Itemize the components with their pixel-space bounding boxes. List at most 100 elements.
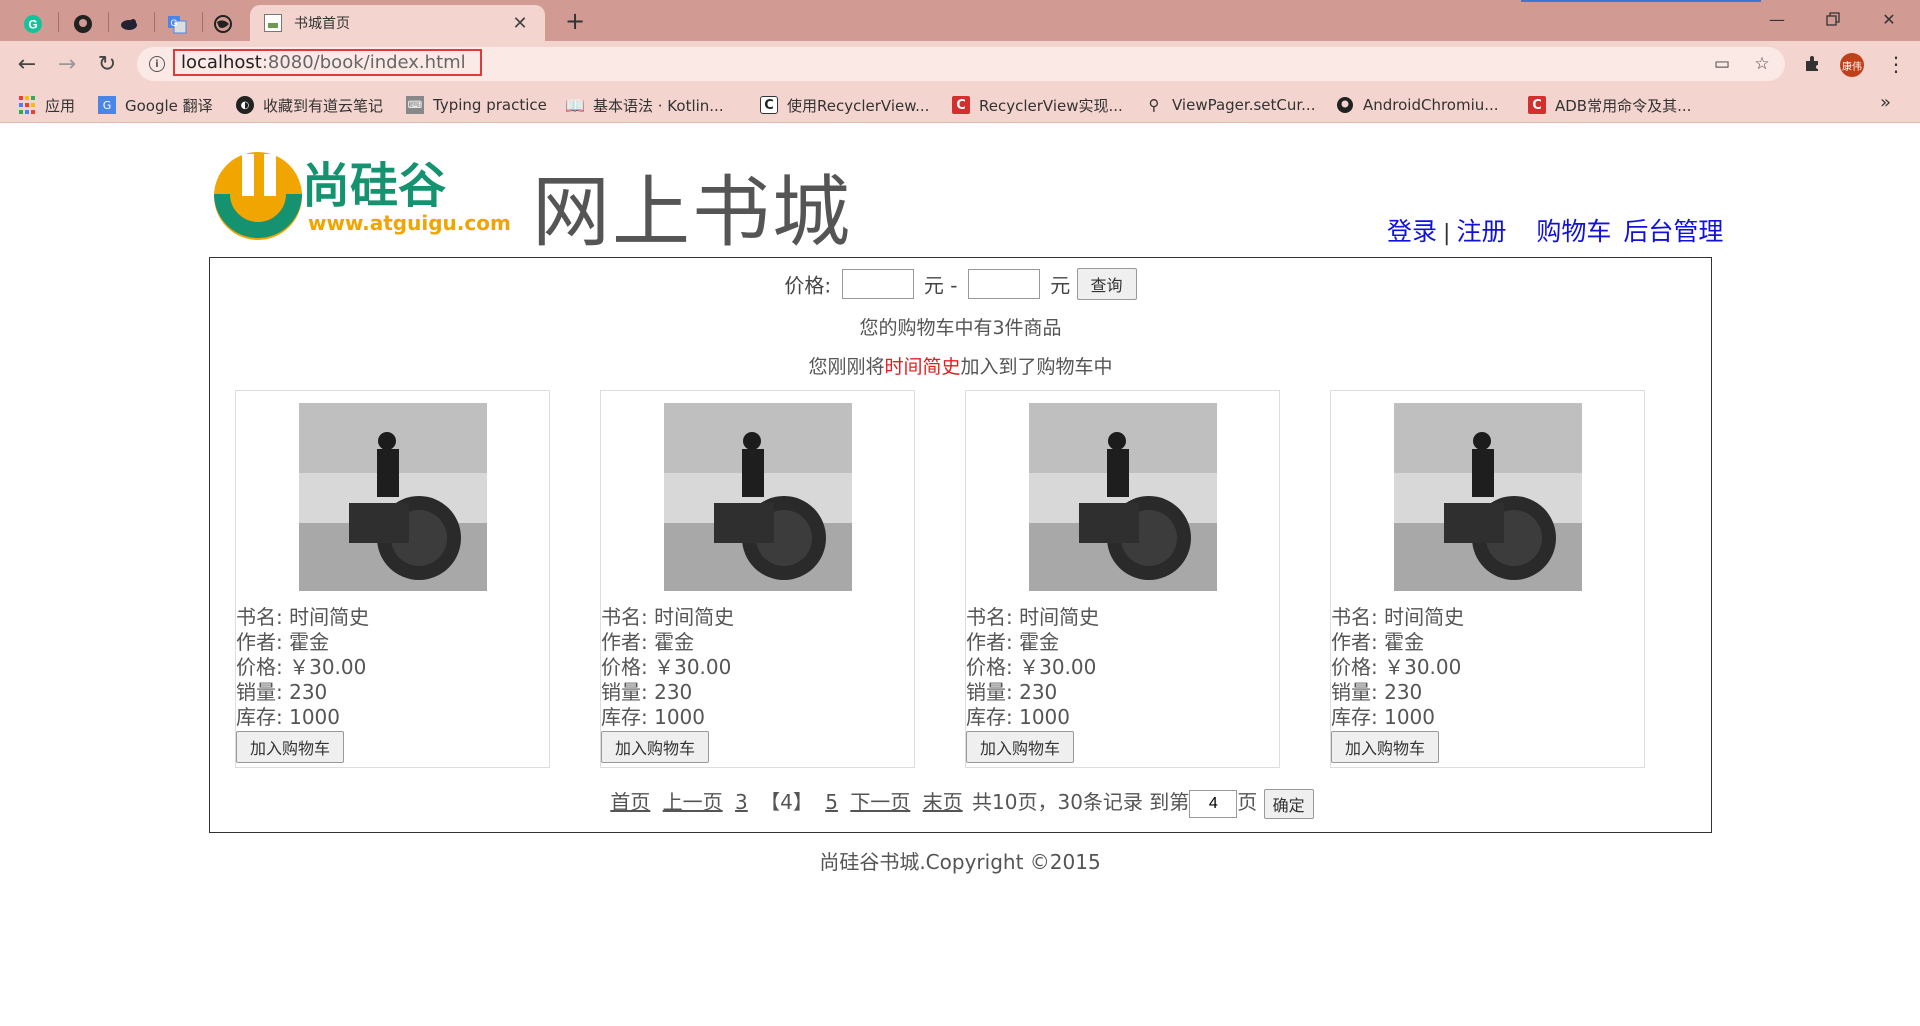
globe-icon [214,15,232,33]
added-suffix: 加入到了购物车中 [960,356,1113,378]
bookmark-label: RecyclerView实现... [979,96,1123,115]
window-edge-highlight [1521,0,1761,2]
bookmark-kotlin[interactable]: 📖 基本语法 · Kotlin... [565,94,724,116]
query-button[interactable]: 查询 [1076,268,1137,300]
bookmark-youdao[interactable]: ◐ 收藏到有道云笔记 [236,94,383,116]
close-icon[interactable]: ✕ [509,13,531,34]
min-price-input[interactable] [841,269,914,299]
next-page-link[interactable]: 下一页 [850,790,910,814]
menu-kebab-icon[interactable]: ⋮ [1884,49,1908,79]
book-sales: 销量: 230 [1331,680,1423,704]
arrow-left-icon: ← [17,51,37,77]
book-author: 作者: 霍金 [1331,630,1425,654]
bookmark-recyclerview-1[interactable]: C 使用RecyclerView... [760,94,929,116]
github-icon [1336,96,1354,114]
bookmark-adb[interactable]: C ADB常用命令及其... [1528,94,1691,116]
logo: 尚硅谷 www.atguigu.com [212,146,522,242]
added-prefix: 您刚刚将 [808,356,885,378]
prev-page-link[interactable]: 上一页 [663,790,723,814]
book-info: 书名: 时间简史 作者: 霍金 价格: ￥30.00 销量: 230 库存: 1… [236,605,369,730]
add-to-cart-button[interactable]: 加入购物车 [601,731,710,763]
page-link-prev[interactable]: 3 [735,790,748,814]
info-icon[interactable]: i [149,56,165,72]
bookmark-google-translate[interactable]: G Google 翻译 [98,94,213,116]
minimize-button[interactable]: — [1754,4,1800,34]
add-to-cart-button[interactable]: 加入购物车 [966,731,1075,763]
new-tab-button[interactable]: + [560,7,590,35]
bookmark-label: ADB常用命令及其... [1555,96,1692,115]
book-cover-image[interactable] [1029,403,1217,591]
pinned-tab-github[interactable] [58,7,108,41]
goto-page-input[interactable] [1189,789,1238,818]
keyboard-icon: ⌨ [406,96,424,114]
book-cover-image[interactable] [1394,403,1582,591]
address-bar[interactable]: i localhost:8080/book/index.html ▭ ☆ [137,47,1785,81]
url-text[interactable]: localhost:8080/book/index.html [181,52,466,73]
add-to-cart-button[interactable]: 加入购物车 [236,731,345,763]
footer-copyright: 尚硅谷书城.Copyright ©2015 [819,850,1101,874]
price-label: 价格: [784,273,832,298]
csdn-icon: C [760,96,778,114]
pinned-tab-globe[interactable] [198,7,248,41]
pinned-tab-grammarly[interactable]: G [8,7,58,41]
book-stock: 库存: 1000 [1331,705,1435,729]
bookmark-typing[interactable]: ⌨ Typing practice [406,94,547,116]
first-page-link[interactable]: 首页 [610,790,650,814]
csdn-red-icon: C [952,96,970,114]
reload-button[interactable]: ↻ [91,48,123,80]
restore-button[interactable] [1810,4,1856,34]
book-cover-image[interactable] [664,403,852,591]
tab-title: 书城首页 [294,16,350,32]
atguigu-logo-icon: 尚硅谷 www.atguigu.com [214,152,511,240]
extensions-puzzle-icon[interactable] [1797,49,1827,79]
price-search-form: 价格: 元 - 元 查询 [210,268,1711,300]
book-sales: 销量: 230 [966,680,1058,704]
bookmark-label: ViewPager.setCur... [1172,96,1316,114]
svg-text:G: G [170,18,177,28]
svg-text:www.atguigu.com: www.atguigu.com [308,211,511,235]
forward-button[interactable]: → [51,48,83,80]
restore-icon [1826,12,1840,26]
pinned-tab-bird[interactable] [104,7,154,41]
book-cover-image[interactable] [299,403,487,591]
register-link[interactable]: 注册 [1456,217,1506,246]
goto-confirm-button[interactable]: 确定 [1263,788,1314,819]
bookmark-recyclerview-2[interactable]: C RecyclerView实现... [952,94,1123,116]
bookmark-star-icon[interactable]: ☆ [1751,53,1773,75]
last-page-link[interactable]: 末页 [923,790,963,814]
yuan-dash-label: 元 - [923,273,958,298]
pagination: 首页 上一页 3 【4】 5 下一页 末页 共10页，30条记录 到第 页 确定 [210,786,1711,819]
svg-text:G: G [28,18,37,32]
book-price: 价格: ￥30.00 [601,655,732,679]
admin-link[interactable]: 后台管理 [1623,217,1723,246]
profile-avatar[interactable]: 康伟 [1840,53,1864,77]
book-price: 价格: ￥30.00 [236,655,367,679]
book-stock: 库存: 1000 [601,705,705,729]
add-to-cart-button[interactable]: 加入购物车 [1331,731,1440,763]
book-author: 作者: 霍金 [966,630,1060,654]
bookmarks-bar: 应用 G Google 翻译 ◐ 收藏到有道云笔记 ⌨ Typing pract… [0,87,1920,123]
google-translate-icon: G [98,96,116,114]
tab-active[interactable]: 书城首页 ✕ [250,5,545,41]
csdn-red-icon: C [1528,96,1546,114]
pinned-tab-translate[interactable]: G [152,7,202,41]
window-close-button[interactable]: ✕ [1866,4,1912,34]
cast-icon[interactable]: ▭ [1711,53,1733,75]
login-link[interactable]: 登录 [1387,217,1437,246]
book-info: 书名: 时间简史 作者: 霍金 价格: ￥30.00 销量: 230 库存: 1… [966,605,1099,730]
book-sales: 销量: 230 [236,680,328,704]
book-sales: 销量: 230 [601,680,693,704]
page-link-next[interactable]: 5 [825,790,838,814]
bookmark-androidchromium[interactable]: AndroidChromiu... [1336,94,1499,116]
cart-link[interactable]: 购物车 [1536,217,1611,246]
book-card: 书名: 时间简史 作者: 霍金 价格: ￥30.00 销量: 230 库存: 1… [1330,390,1645,768]
translate-icon: G [168,16,187,34]
bookmark-viewpager[interactable]: ⚲ ViewPager.setCur... [1145,94,1316,116]
added-to-cart-message: 您刚刚将时间简史加入到了购物车中 [210,352,1711,379]
bookmark-apps[interactable]: 应用 [18,94,75,116]
back-button[interactable]: ← [11,48,43,80]
arrow-right-icon: → [57,51,77,77]
figure-icon: ⚲ [1148,96,1160,114]
bookmarks-overflow-icon[interactable]: » [1880,92,1891,113]
max-price-input[interactable] [967,269,1040,299]
